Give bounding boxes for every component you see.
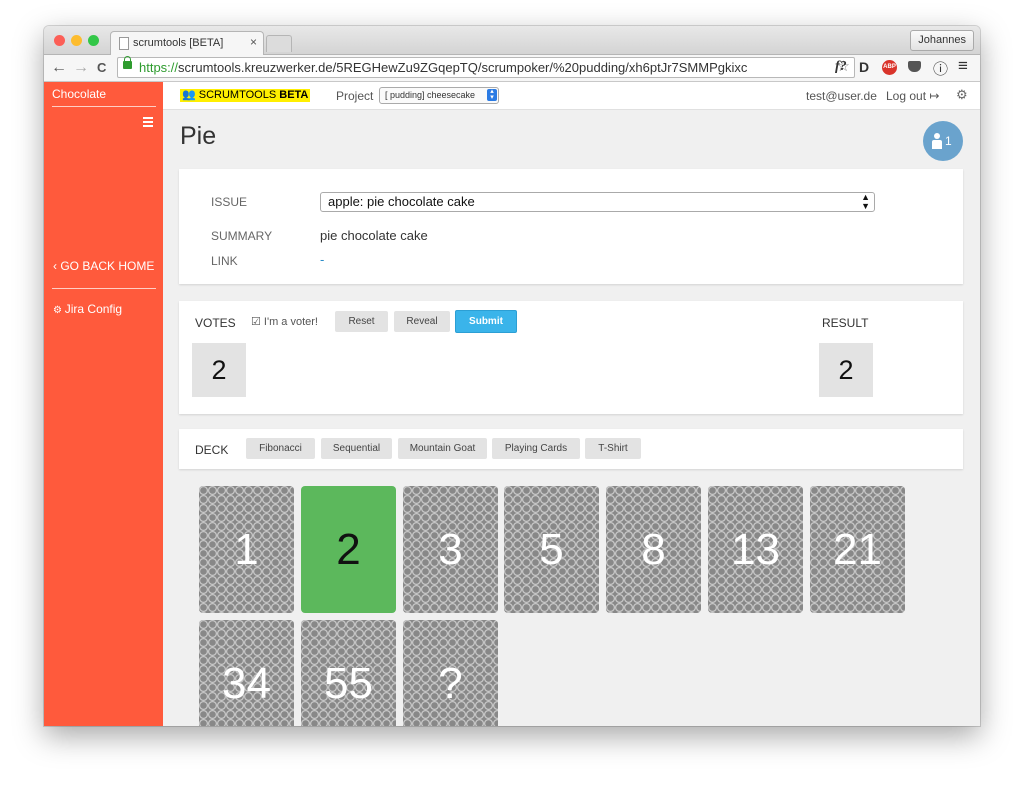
people-icon: 👥 — [182, 89, 199, 101]
browser-window: scrumtools [BETA] × Johannes ← → C https… — [44, 26, 980, 726]
sidebar-divider — [52, 288, 156, 289]
issue-link[interactable]: - — [320, 252, 324, 267]
checkbox-checked-icon: ☑ — [251, 316, 264, 328]
app-logo[interactable]: 👥 SCRUMTOOLS BETA — [180, 89, 311, 102]
gear-icon: ⚙ — [53, 305, 65, 316]
zoom-window-button[interactable] — [88, 35, 99, 46]
result-label: RESULT — [822, 316, 869, 330]
d-extension-icon[interactable]: D — [859, 59, 869, 75]
deck-option-fibonacci[interactable]: Fibonacci — [246, 438, 315, 459]
select-arrows-icon: ▴ ▾ — [487, 88, 497, 101]
project-select[interactable]: [ pudding] cheesecake ▴ ▾ — [379, 87, 499, 104]
logout-link[interactable]: Log out ↦ — [886, 89, 939, 103]
project-select-value: [ pudding] cheesecake — [385, 90, 476, 100]
votes-label: VOTES — [195, 316, 236, 330]
tab-close-icon[interactable]: × — [250, 35, 257, 49]
forward-icon[interactable]: → — [73, 59, 89, 77]
issue-select-value: apple: pie chocolate cake — [328, 194, 475, 209]
new-tab-button[interactable] — [266, 35, 292, 52]
tab-title: scrumtools [BETA] — [133, 37, 224, 49]
deck-card-2[interactable]: 2 — [301, 486, 396, 613]
issue-panel: ISSUE apple: pie chocolate cake ▲ ▼ SUMMA… — [179, 169, 963, 284]
adblock-icon[interactable]: ABP — [882, 60, 897, 75]
address-bar[interactable]: https://scrumtools.kreuzwerker.de/5REGHe… — [117, 56, 855, 78]
minimize-window-button[interactable] — [71, 35, 82, 46]
page-title: Pie — [180, 122, 217, 150]
reveal-button[interactable]: Reveal — [394, 311, 450, 332]
deck-card-5[interactable]: 5 — [504, 486, 599, 613]
profile-button[interactable]: Johannes — [910, 30, 974, 51]
sidebar-item-go-back-home[interactable]: ‹ GO BACK HOME — [53, 259, 154, 273]
reset-button[interactable]: Reset — [335, 311, 388, 332]
lock-icon — [123, 56, 132, 69]
user-email[interactable]: test@user.de — [806, 89, 877, 103]
close-window-button[interactable] — [54, 35, 65, 46]
sidebar-item-label: Jira Config — [64, 302, 123, 316]
issue-select[interactable]: apple: pie chocolate cake ▲ ▼ — [320, 192, 875, 212]
back-icon[interactable]: ← — [51, 59, 67, 77]
project-label: Project — [336, 89, 374, 103]
deck-option-t-shirt[interactable]: T-Shirt — [585, 438, 641, 459]
participants-badge[interactable]: 1 — [923, 121, 963, 161]
info-extension-icon[interactable]: ⓘ — [933, 58, 948, 79]
browser-toolbar: ← → C https://scrumtools.kreuzwerker.de/… — [44, 55, 980, 82]
vote-card: 2 — [192, 343, 246, 397]
deck-card-21[interactable]: 21 — [810, 486, 905, 613]
sidebar-divider — [52, 106, 156, 107]
reload-icon[interactable]: C — [97, 60, 106, 75]
participants-count: 1 — [945, 134, 952, 148]
chrome-menu-icon[interactable]: ≡ — [958, 56, 968, 76]
votes-panel: VOTES ☑ I'm a voter! Reset Reveal Submit… — [179, 301, 963, 414]
formula-extension-icon[interactable]: f? — [835, 59, 847, 75]
app-topbar: 👥 SCRUMTOOLS BETA Project [ pudding] che… — [163, 82, 980, 110]
main-content: 👥 SCRUMTOOLS BETA Project [ pudding] che… — [163, 82, 980, 726]
browser-tab[interactable]: scrumtools [BETA] × — [110, 31, 264, 55]
deck-card-34[interactable]: 34 — [199, 620, 294, 726]
deck-option-sequential[interactable]: Sequential — [321, 438, 392, 459]
deck-label: DECK — [195, 443, 229, 457]
deck-card-13[interactable]: 13 — [708, 486, 803, 613]
summary-value: pie chocolate cake — [320, 228, 428, 243]
logout-icon: ↦ — [929, 89, 940, 103]
sidebar-item-jira-config[interactable]: ⚙ Jira Config — [53, 302, 122, 316]
submit-button[interactable]: Submit — [455, 310, 517, 333]
voter-checkbox[interactable]: ☑ I'm a voter! — [251, 315, 318, 328]
sidebar: Chocolate ‹ GO BACK HOME ⚙ Jira Config — [44, 82, 163, 726]
deck-option-mountain-goat[interactable]: Mountain Goat — [398, 438, 487, 459]
sidebar-title[interactable]: Chocolate — [52, 87, 106, 101]
deck-card-1[interactable]: 1 — [199, 486, 294, 613]
hamburger-menu-icon[interactable] — [143, 117, 153, 129]
sidebar-item-label: GO BACK HOME — [60, 259, 155, 273]
pocket-icon[interactable] — [908, 61, 921, 72]
deck-card-55[interactable]: 55 — [301, 620, 396, 726]
deck-option-playing-cards[interactable]: Playing Cards — [492, 438, 580, 459]
tab-strip: scrumtools [BETA] × Johannes — [44, 26, 980, 55]
select-arrows-icon: ▲ ▼ — [861, 192, 870, 211]
deck-card-question[interactable]: ? — [403, 620, 498, 726]
result-card: 2 — [819, 343, 873, 397]
url-text: https://scrumtools.kreuzwerker.de/5REGHe… — [139, 60, 748, 75]
link-label: LINK — [211, 254, 238, 268]
settings-gear-icon[interactable]: ⚙ — [956, 87, 968, 103]
issue-label: ISSUE — [211, 195, 248, 209]
summary-label: SUMMARY — [211, 229, 273, 243]
deck-card-3[interactable]: 3 — [403, 486, 498, 613]
person-icon — [932, 133, 942, 149]
deck-panel: DECK Fibonacci Sequential Mountain Goat … — [179, 429, 963, 469]
deck-card-8[interactable]: 8 — [606, 486, 701, 613]
page-icon — [119, 37, 129, 50]
